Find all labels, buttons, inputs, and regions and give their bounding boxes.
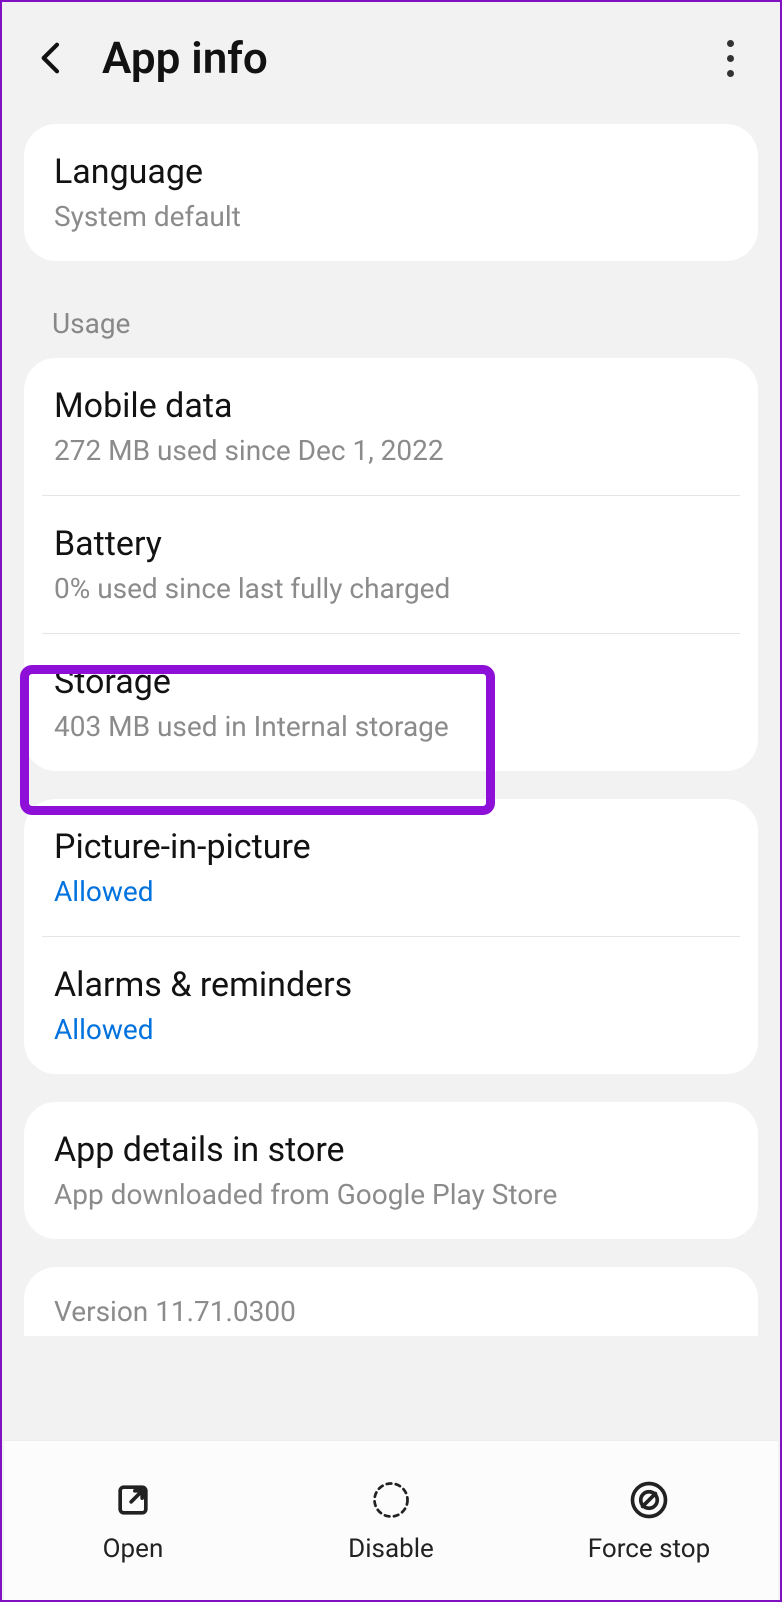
language-title: Language bbox=[54, 152, 728, 192]
store-row[interactable]: App details in store App downloaded from… bbox=[24, 1102, 758, 1239]
store-sub: App downloaded from Google Play Store bbox=[54, 1178, 728, 1211]
force-stop-button[interactable]: Force stop bbox=[520, 1441, 778, 1600]
storage-sub: 403 MB used in Internal storage bbox=[54, 710, 728, 743]
more-options-icon[interactable] bbox=[710, 38, 750, 78]
pip-sub: Allowed bbox=[54, 875, 728, 908]
usage-section-label: Usage bbox=[2, 289, 780, 358]
force-stop-icon bbox=[627, 1478, 671, 1522]
open-label: Open bbox=[103, 1534, 164, 1564]
header: App info bbox=[2, 2, 780, 124]
mobile-data-row[interactable]: Mobile data 272 MB used since Dec 1, 202… bbox=[24, 358, 758, 495]
disable-icon bbox=[369, 1478, 413, 1522]
alarms-title: Alarms & reminders bbox=[54, 965, 728, 1005]
battery-title: Battery bbox=[54, 524, 728, 564]
language-sub: System default bbox=[54, 200, 728, 233]
battery-row[interactable]: Battery 0% used since last fully charged bbox=[24, 496, 758, 633]
disable-label: Disable bbox=[348, 1534, 434, 1564]
bottom-bar: Open Disable Force stop bbox=[4, 1440, 778, 1600]
language-row[interactable]: Language System default bbox=[24, 124, 758, 261]
storage-row[interactable]: Storage 403 MB used in Internal storage bbox=[24, 634, 758, 771]
back-icon[interactable] bbox=[32, 38, 72, 78]
disable-button[interactable]: Disable bbox=[262, 1441, 520, 1600]
version-text: Version 11.71.0300 bbox=[54, 1295, 728, 1328]
store-card: App details in store App downloaded from… bbox=[24, 1102, 758, 1239]
pip-title: Picture-in-picture bbox=[54, 827, 728, 867]
store-title: App details in store bbox=[54, 1130, 728, 1170]
battery-sub: 0% used since last fully charged bbox=[54, 572, 728, 605]
storage-title: Storage bbox=[54, 662, 728, 702]
permissions-card: Picture-in-picture Allowed Alarms & remi… bbox=[24, 799, 758, 1074]
usage-card: Mobile data 272 MB used since Dec 1, 202… bbox=[24, 358, 758, 771]
open-button[interactable]: Open bbox=[4, 1441, 262, 1600]
version-card: Version 11.71.0300 bbox=[24, 1267, 758, 1336]
mobile-data-sub: 272 MB used since Dec 1, 2022 bbox=[54, 434, 728, 467]
pip-row[interactable]: Picture-in-picture Allowed bbox=[24, 799, 758, 936]
mobile-data-title: Mobile data bbox=[54, 386, 728, 426]
open-icon bbox=[111, 1478, 155, 1522]
force-stop-label: Force stop bbox=[588, 1534, 710, 1564]
page-title: App info bbox=[102, 32, 710, 84]
language-card: Language System default bbox=[24, 124, 758, 261]
alarms-row[interactable]: Alarms & reminders Allowed bbox=[24, 937, 758, 1074]
alarms-sub: Allowed bbox=[54, 1013, 728, 1046]
